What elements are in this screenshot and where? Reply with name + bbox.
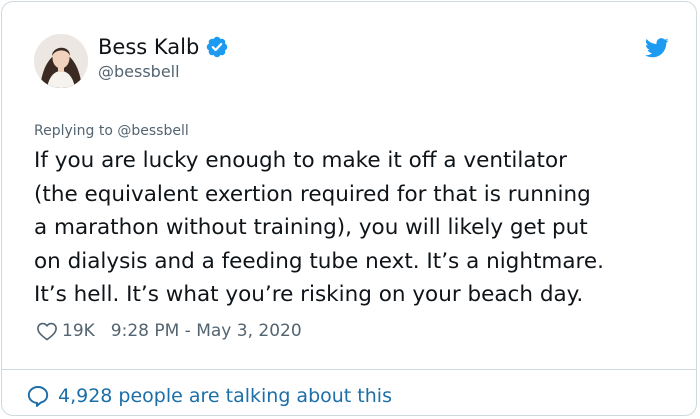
conversation-count-label[interactable]: 4,928 people are talking about this: [58, 384, 392, 408]
speech-bubble-icon: [27, 386, 49, 407]
replying-to-label[interactable]: Replying to @bessbell: [34, 122, 189, 140]
tweet-text: If you are lucky enough to make it off a…: [34, 144, 684, 312]
tweet-text-line: (the equivalent exertion required for th…: [34, 181, 591, 207]
like-count[interactable]: 19K: [62, 320, 95, 342]
tweet-timestamp[interactable]: 9:28 PM - May 3, 2020: [111, 320, 302, 342]
conversation-link[interactable]: 4,928 people are talking about this: [26, 384, 392, 408]
author-handle[interactable]: @bessbell: [98, 62, 180, 82]
author-display-name[interactable]: Bess Kalb: [98, 34, 199, 60]
profile-photo: [34, 34, 88, 88]
avatar[interactable]: [34, 34, 88, 88]
verified-badge-icon: [207, 36, 228, 58]
divider: [2, 369, 696, 370]
embedded-tweet-card: Bess Kalb @bessbell Replying to @bessbel…: [1, 1, 697, 416]
tweet-text-line: If you are lucky enough to make it off a…: [34, 148, 567, 173]
tweet-text-line: It’s hell. It’s what you’re risking on y…: [34, 282, 584, 307]
tweet-text-line: on dialysis and a feeding tube next. It’…: [34, 248, 604, 274]
tweet-text-line: a marathon without training), you will l…: [34, 215, 588, 240]
heart-icon[interactable]: [36, 321, 58, 341]
twitter-bird-icon[interactable]: [645, 38, 669, 58]
author-name-row[interactable]: Bess Kalb: [98, 34, 229, 60]
tweet-meta-row: 19K 9:28 PM - May 3, 2020: [36, 320, 302, 342]
